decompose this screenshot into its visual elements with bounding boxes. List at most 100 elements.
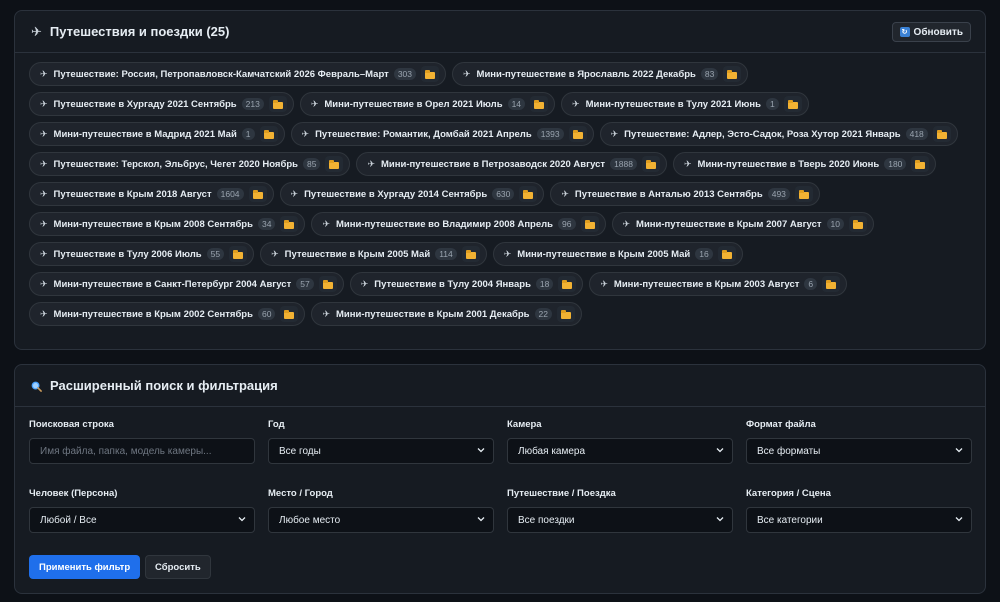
trip-chip[interactable]: ✈ Мини-путешествие в Ярославль 2022 Декаб… [452,62,749,86]
open-folder-button[interactable] [794,186,813,202]
trip-chip[interactable]: ✈ Путешествие: Адлер, Эсто-Садок, Роза Ху… [599,122,958,146]
airplane-icon: ✈ [40,248,48,259]
apply-filter-button[interactable]: Применить фильтр [29,555,141,579]
trip-label: Мини-путешествие в Крым 2001 Декабрь [335,308,530,320]
trip-photo-count-badge: 493 [767,188,790,200]
trip-chip[interactable]: ✈ Мини-путешествие в Орел 2021 Июль 14 [299,92,556,116]
person-label: Человек (Персона) [29,488,118,499]
open-folder-button[interactable] [557,306,575,322]
airplane-icon: ✈ [40,158,48,169]
open-folder-button[interactable] [723,66,742,82]
year-select-value: Все годы [279,445,321,457]
trip-label: Путешествие: Адлер, Эсто-Садок, Роза Хут… [624,128,901,140]
chevron-down-icon [716,448,724,453]
format-select-value: Все форматы [757,445,821,457]
folder-icon [329,159,340,169]
search-title-text: Расширенный поиск и фильтрация [50,378,278,393]
search-input[interactable] [29,438,255,464]
trip-chip[interactable]: ✈ Путешествие: Романтик, Домбай 2021 Апре… [290,122,594,146]
airplane-icon: ✈ [367,158,375,169]
trip-chip[interactable]: ✈ Мини-путешествие в Крым 2007 Август 10 [611,212,874,236]
trip-chip[interactable]: ✈ Мини-путешествие в Крым 2001 Декабрь 22 [311,302,582,326]
person-select[interactable]: Любой / Все [29,507,255,533]
trip-chip[interactable]: ✈ Путешествие: Терскол, Эльбрус, Чегет 20… [29,152,351,176]
format-select[interactable]: Все форматы [746,438,972,464]
folder-icon [852,219,863,229]
category-select-value: Все категории [757,514,823,526]
open-folder-button[interactable] [911,156,930,172]
trip-chip[interactable]: ✈ Мини-путешествие в Крым 2005 Май 16 [492,242,743,266]
open-folder-button[interactable] [325,156,344,172]
trip-chip[interactable]: ✈ Мини-путешествие в Крым 2003 Август 6 [589,272,848,296]
open-folder-button[interactable] [932,126,951,142]
trip-chip[interactable]: ✈ Путешествие в Анталью 2013 Сентябрь 493 [550,182,820,206]
airplane-icon: ✈ [310,98,319,109]
trip-chip[interactable]: ✈ Путешествие в Крым 2018 Август 1604 [29,182,274,206]
folder-icon [284,219,295,229]
open-folder-button[interactable] [421,66,439,82]
place-select[interactable]: Любое место [268,507,494,533]
trip-photo-count-badge: 303 [393,68,416,80]
open-folder-button[interactable] [318,276,337,292]
open-folder-button[interactable] [229,246,248,262]
trip-chip[interactable]: ✈ Мини-путешествие в Санкт-Петербург 2004… [29,272,344,296]
open-folder-button[interactable] [822,276,841,292]
airplane-icon: ✈ [322,308,330,319]
open-folder-button[interactable] [280,216,299,232]
airplane-icon: ✈ [683,158,692,169]
airplane-icon: ✈ [622,218,631,229]
camera-field: Камера Любая камера [507,419,733,464]
trip-chip[interactable]: ✈ Мини-путешествие в Тверь 2020 Июнь 180 [672,152,937,176]
reset-filter-button[interactable]: Сбросить [145,555,211,579]
trip-photo-count-badge: 1 [241,128,255,140]
airplane-icon: ✈ [40,188,48,199]
folder-icon [252,189,263,199]
trip-label: Путешествие / Поездка [507,488,616,499]
trip-chip[interactable]: ✈ Мини-путешествие в Крым 2002 Сентябрь 60 [29,302,306,326]
trip-chip[interactable]: ✈ Мини-путешествие в Тулу 2021 Июнь 1 [561,92,809,116]
open-folder-button[interactable] [280,306,299,322]
open-folder-button[interactable] [259,126,278,142]
search-panel-title: Расширенный поиск и фильтрация [31,378,278,393]
airplane-icon: ✈ [503,248,512,259]
open-folder-button[interactable] [558,276,577,292]
trip-chip[interactable]: ✈ Мини-путешествие в Мадрид 2021 Май 1 [29,122,285,146]
trip-chip[interactable]: ✈ Путешествие в Крым 2005 Май 114 [260,242,487,266]
trip-label: Путешествие: Терскол, Эльбрус, Чегет 202… [53,158,298,170]
trip-chip[interactable]: ✈ Мини-путешествие во Владимир 2008 Апрел… [311,212,606,236]
open-folder-button[interactable] [717,246,736,262]
open-folder-button[interactable] [268,96,287,112]
open-folder-button[interactable] [641,156,660,172]
trip-chip[interactable]: ✈ Путешествие в Хургаду 2021 Сентябрь 213 [29,92,294,116]
trip-chip[interactable]: ✈ Путешествие в Тулу 2006 Июль 55 [29,242,255,266]
trip-label: Путешествие: Россия, Петропавловск-Камча… [53,68,389,80]
folder-icon [425,69,435,79]
trip-select[interactable]: Все поездки [507,507,733,533]
open-folder-button[interactable] [580,216,599,232]
trip-photo-count-badge: 34 [257,218,276,230]
trip-photo-count-badge: 1393 [536,128,564,140]
open-folder-button[interactable] [248,186,267,202]
trip-chip[interactable]: ✈ Мини-путешествие в Петрозаводск 2020 Ав… [356,152,667,176]
open-folder-button[interactable] [783,96,802,112]
trip-chip[interactable]: ✈ Путешествие в Тулу 2004 Январь 18 [349,272,584,296]
trip-chip[interactable]: ✈ Путешествие в Хургаду 2014 Сентябрь 630 [279,182,545,206]
airplane-icon: ✈ [322,218,330,229]
open-folder-button[interactable] [530,96,549,112]
category-select[interactable]: Все категории [746,507,972,533]
year-select[interactable]: Все годы [268,438,494,464]
camera-select[interactable]: Любая камера [507,438,733,464]
open-folder-button[interactable] [461,246,480,262]
refresh-button[interactable]: ↻ Обновить [891,22,971,42]
refresh-label: Обновить [913,26,963,38]
airplane-icon: ✈ [40,278,48,289]
open-folder-button[interactable] [848,216,867,232]
trip-chip[interactable]: ✈ Мини-путешествие в Крым 2008 Сентябрь 34 [29,212,306,236]
person-select-value: Любой / Все [40,514,97,526]
open-folder-button[interactable] [519,186,538,202]
chevron-down-icon [238,517,246,522]
airplane-icon: ✈ [40,98,48,109]
trip-label: Мини-путешествие в Орел 2021 Июль [324,98,503,110]
trip-chip[interactable]: ✈ Путешествие: Россия, Петропавловск-Камч… [29,62,446,86]
open-folder-button[interactable] [568,126,587,142]
